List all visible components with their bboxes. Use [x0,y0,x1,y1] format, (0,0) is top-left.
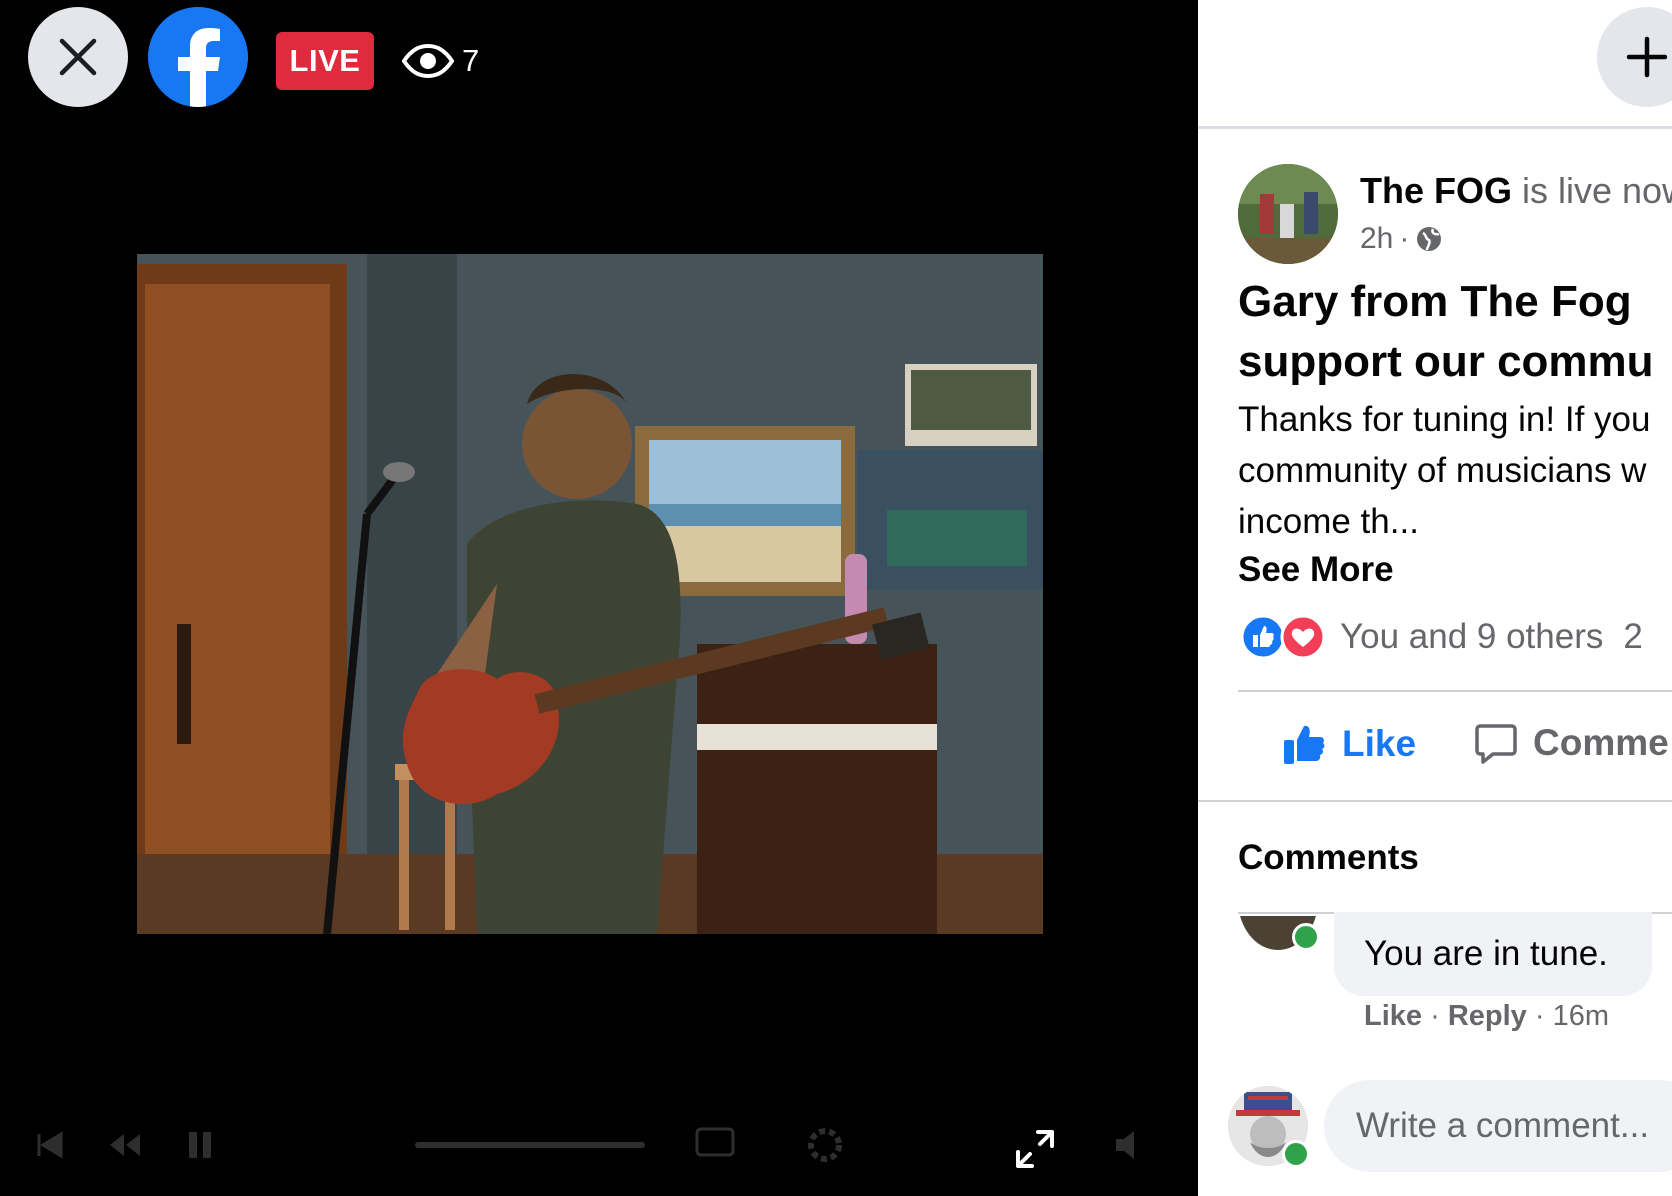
add-button[interactable] [1597,7,1672,107]
thumbs-up-icon [1284,725,1325,764]
post-panel: The FOG is live now 2h · Gary from The F… [1198,0,1672,1196]
post-meta: 2h · [1360,222,1443,256]
post-status: is live now [1522,170,1672,211]
comment-icon [1475,724,1517,764]
reactions-summary[interactable]: You and 9 others 2 [1240,614,1643,660]
like-button[interactable]: Like [1280,720,1416,768]
progress-bar[interactable] [410,1110,650,1180]
post-title: Gary from The Fog support our commu [1238,272,1672,392]
love-reaction-icon [1280,614,1326,660]
page-name[interactable]: The FOG [1360,170,1512,211]
comments-heading: Comments [1238,838,1419,877]
viewer-count: 7 [402,36,479,86]
viewer-count-value: 7 [462,43,480,78]
meta-separator: · [1399,222,1410,255]
fullscreen-button[interactable] [1010,1124,1060,1174]
rewind-icon[interactable] [105,1110,145,1180]
live-badge: LIVE [276,32,374,90]
fullscreen-icon [1016,1130,1054,1168]
post-title-line-1: Gary from The Fog [1238,277,1632,326]
page-avatar-image [1238,164,1338,264]
pause-icon[interactable] [180,1110,220,1180]
comment-input[interactable] [1324,1080,1672,1172]
post-body-line-2: community of musicians w [1238,451,1647,490]
close-button[interactable] [28,7,128,107]
comment-actions-separator: · [1534,1000,1553,1032]
my-online-status-dot [1282,1140,1310,1168]
video-frame-image [137,254,1043,934]
comment-button-label: Comme [1533,722,1669,763]
see-more-link[interactable]: See More [1238,550,1394,590]
post-body-line-3: income th... [1238,502,1419,541]
plus-icon [1626,36,1668,78]
post-time[interactable]: 2h [1360,222,1393,256]
comment-actions: Like · Reply · 16m [1364,1000,1609,1033]
caption-icon[interactable] [690,1110,740,1180]
post-body: Thanks for tuning in! If you community o… [1238,394,1650,547]
comment-text: You are in tune. [1364,934,1608,973]
comment-time: 16m [1552,1000,1609,1032]
globe-icon [1417,227,1442,251]
post-header: The FOG is live now [1360,170,1672,212]
header-divider [1198,126,1672,129]
reactions-count: 2 [1623,617,1643,656]
video-pane: LIVE 7 [0,0,1198,1196]
reactions-divider [1238,690,1672,692]
volume-icon[interactable] [1105,1110,1155,1180]
post-title-line-2: support our commu [1238,337,1654,386]
close-icon [59,38,97,76]
live-label: LIVE [289,43,361,78]
live-video[interactable] [137,254,1043,934]
online-status-dot [1292,923,1320,951]
settings-icon[interactable] [800,1110,850,1180]
comment-like-link[interactable]: Like [1364,1000,1422,1032]
comment-bubble: You are in tune. [1334,912,1652,996]
comment-button[interactable]: Comme [1473,720,1669,766]
post-body-line-1: Thanks for tuning in! If you [1238,400,1651,439]
actions-divider [1198,800,1672,802]
comment-reply-link[interactable]: Reply [1448,1000,1527,1032]
facebook-logo-icon [148,7,248,107]
like-button-label: Like [1342,723,1417,764]
comment-actions-separator: · [1430,1000,1448,1032]
skip-back-icon[interactable] [30,1110,70,1180]
eye-icon [402,44,454,78]
page-avatar[interactable] [1238,164,1338,264]
facebook-logo[interactable] [148,7,248,107]
reactions-text: You and 9 others [1340,617,1604,656]
